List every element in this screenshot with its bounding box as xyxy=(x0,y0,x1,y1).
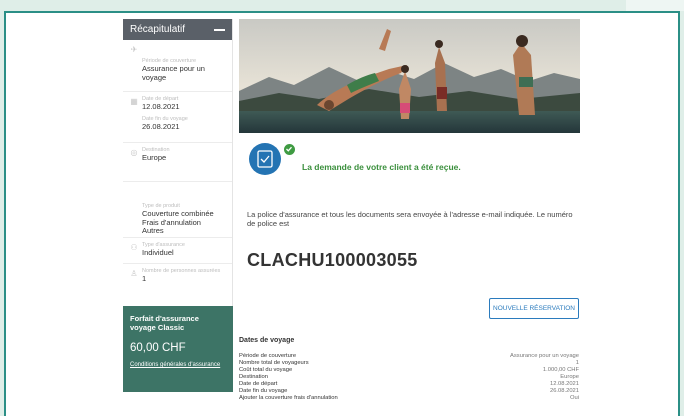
field-value: Assurance pour un voyage xyxy=(142,64,205,82)
plane-icon: ✈ xyxy=(130,45,138,54)
field-value: 12.08.2021 xyxy=(142,102,180,111)
detail-value: Oui xyxy=(569,395,579,401)
calendar-icon: ▦ xyxy=(130,97,138,106)
detail-row: Date fin du voyage 26.08.2021 xyxy=(239,388,579,395)
detail-row: Date de départ 12.08.2021 xyxy=(239,381,579,388)
package-title: Forfait d'assurance voyage Classic xyxy=(130,314,199,332)
detail-label: Nombre total de voyageurs xyxy=(239,360,309,366)
detail-value: 1 xyxy=(575,360,579,366)
field-value: Individuel xyxy=(142,248,174,257)
summary-header[interactable]: Récapitulatif xyxy=(123,19,232,40)
detail-label: Destination xyxy=(239,374,269,380)
summary-section-insurance-type: ⚇ Type d'assurance Individuel xyxy=(123,238,232,264)
detail-row: Destination Europe xyxy=(239,374,579,381)
detail-value: 1.000,00 CHF xyxy=(542,367,579,373)
summary-title: Récapitulatif xyxy=(130,24,186,35)
detail-label: Date fin du voyage xyxy=(239,388,288,394)
summary-section-product: Type de produit Couverture combinée Frai… xyxy=(123,182,232,238)
lake-jump-photo xyxy=(239,19,580,133)
detail-value: Europe xyxy=(560,374,579,380)
detail-label: Période de couverture xyxy=(239,353,297,359)
hero-image xyxy=(239,19,580,133)
new-reservation-button[interactable]: NOUVELLE RÉSERVATION xyxy=(489,298,579,319)
conditions-link[interactable]: Conditions générales d'assurance xyxy=(130,362,226,369)
package-summary: Forfait d'assurance voyage Classic 60,00… xyxy=(123,306,233,392)
field-value: 1 xyxy=(142,274,147,283)
field-value: 26.08.2021 xyxy=(142,121,180,131)
travel-details-list: Période de couverture Assurance pour un v… xyxy=(239,353,579,402)
detail-label: Ajouter la couverture frais d'annulation xyxy=(239,395,338,401)
detail-label: Date de départ xyxy=(239,381,278,387)
policy-number: CLACHU100003055 xyxy=(247,250,418,270)
detail-label: Coût total du voyage xyxy=(239,367,293,373)
detail-value: 12.08.2021 xyxy=(549,381,579,387)
detail-value: Assurance pour un voyage xyxy=(510,353,579,359)
confirmation-icon xyxy=(249,143,281,175)
info-text: La police d'assurance et tous les docume… xyxy=(247,210,573,228)
globe-icon: ◎ xyxy=(130,148,138,157)
summary-section-dates: ▦ Date de départ 12.08.2021 Date fin du … xyxy=(123,92,232,143)
field-value: Europe xyxy=(142,153,167,162)
success-message: La demande de votre client a été reçue. xyxy=(302,162,461,172)
summary-section-destination: ◎ Destination Europe xyxy=(123,143,232,182)
summary-sidebar: Récapitulatif ✈ Période de couverture As… xyxy=(123,19,233,392)
travel-dates-title: Dates de voyage xyxy=(239,337,295,344)
detail-value: 26.08.2021 xyxy=(549,388,579,394)
summary-section-coverage: ✈ Période de couverture Assurance pour u… xyxy=(123,40,232,92)
detail-row: Ajouter la couverture frais d'annulation… xyxy=(239,395,579,402)
package-price: 60,00 CHF xyxy=(130,342,186,354)
field-label: Nombre de personnes assurées xyxy=(142,268,221,274)
detail-row: Période de couverture Assurance pour un v… xyxy=(239,353,579,360)
check-badge-icon xyxy=(283,143,296,156)
detail-row: Coût total du voyage 1.000,00 CHF xyxy=(239,367,579,374)
collapse-icon[interactable] xyxy=(214,28,225,31)
detail-row: Nombre total de voyageurs 1 xyxy=(239,360,579,367)
people-icon: ⚇ xyxy=(130,243,138,252)
summary-section-persons: ♙ Nombre de personnes assurées 1 xyxy=(123,264,232,308)
field-value: Couverture combinée Frais d'annulation A… xyxy=(142,209,214,235)
person-icon: ♙ xyxy=(130,269,138,278)
browser-tab-strip xyxy=(626,0,684,11)
